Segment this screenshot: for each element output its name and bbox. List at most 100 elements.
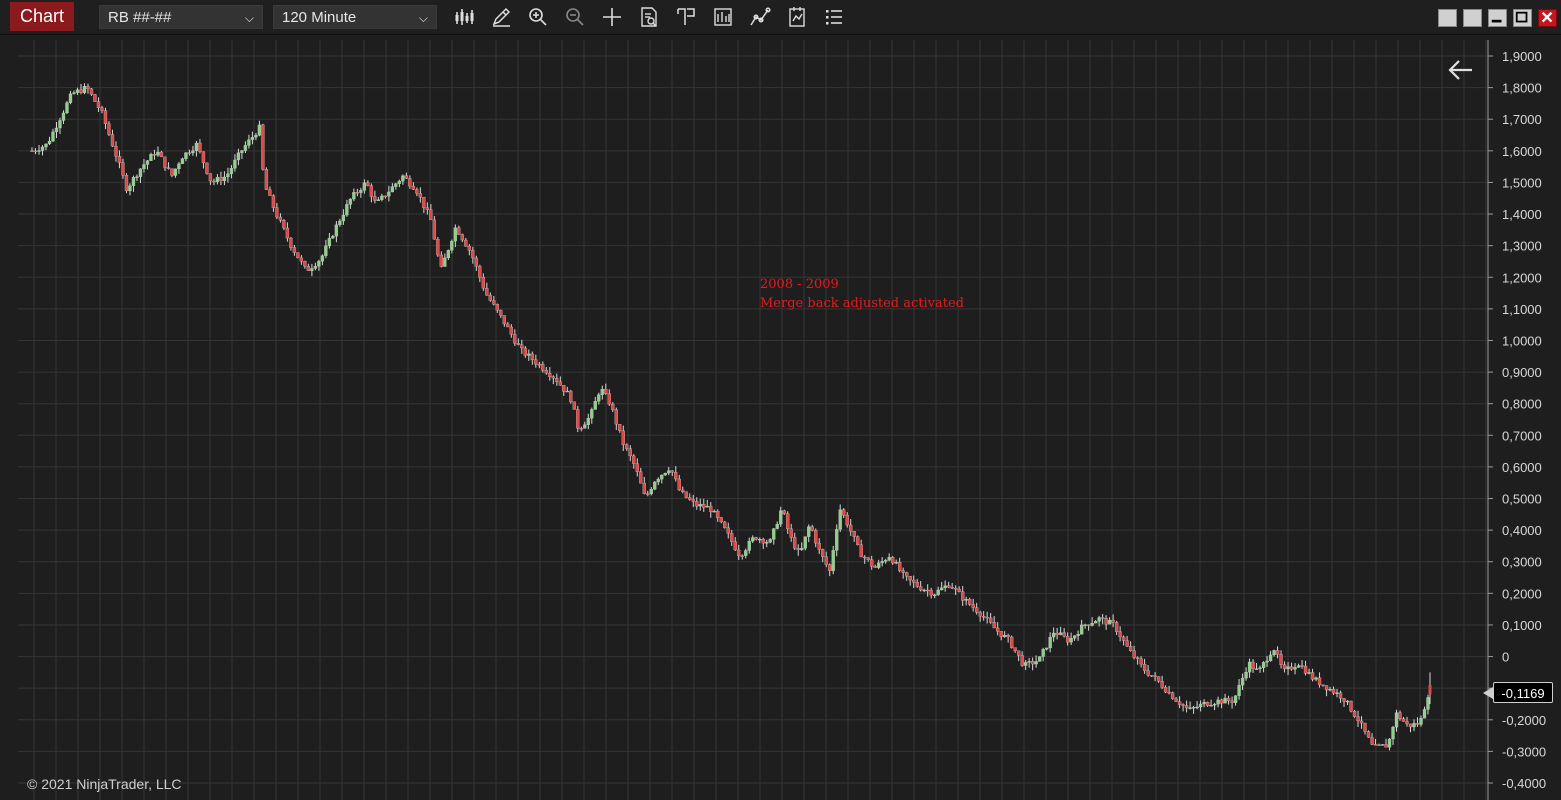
candle-body [733,541,737,551]
candle-body [488,294,492,301]
price-tick-label: 0,5000 [1502,492,1542,507]
candle-body [443,257,447,267]
candle-body [159,151,164,158]
candle-body [47,140,52,145]
candle-body [618,423,622,431]
candle-body [1223,697,1227,704]
copyright-text: © 2021 NinjaTrader, LLC [27,776,182,792]
candle-body [1233,695,1238,703]
candle-body [212,180,216,183]
candle-body [1198,703,1203,708]
candle-body [1027,661,1031,663]
candle-body [1398,712,1402,719]
candle-body [1104,618,1108,625]
candle-body [1310,672,1315,680]
candle-body [863,556,867,559]
candle-body [1219,699,1224,704]
candle-body [649,489,653,495]
candle-body [481,277,485,289]
candle-body [1394,712,1399,728]
candle-body [1254,668,1259,670]
candle-body [1370,737,1374,745]
candle-body [688,497,692,500]
candle-body [380,195,384,200]
candle-body [1191,707,1196,709]
candle-body [37,150,41,152]
candle-body [1076,634,1080,636]
candle-body [670,470,674,473]
candle-body [355,192,360,194]
candle-body [814,530,818,544]
candle-body [1289,666,1294,670]
candle-body [1216,699,1220,705]
candle-body [191,150,195,154]
candle-body [642,483,646,494]
candle-body [1146,670,1150,676]
candle-body [772,528,776,540]
candle-body [800,548,804,550]
candle-body [1065,635,1070,643]
candle-body [1097,617,1101,622]
candle-body [1296,665,1301,668]
candle-body [478,266,482,278]
candle-body [1415,723,1420,725]
candle-body [1401,718,1406,722]
candle-body [1317,677,1322,685]
candle-body [534,359,538,365]
candle-body [303,261,307,267]
candle-body [278,216,283,221]
candle-body [712,511,716,513]
candle-body [1377,744,1381,746]
candle-body [551,376,555,379]
candle-body [520,344,524,349]
candle-body [1079,624,1084,635]
candle-body [607,393,611,405]
candle-body [751,537,755,542]
candle-body [824,556,828,565]
last-price-marker: -0,1169 [1483,682,1553,703]
price-chart[interactable]: 1,9000 1,8000 1,7000 1,6000 1,5000 1,4000 1,30… [0,0,1561,800]
candle-body [1419,718,1423,725]
back-arrow-icon[interactable] [1446,57,1476,83]
candle-body [313,266,318,269]
candle-body [691,499,695,502]
candle-body [184,152,188,159]
candle-body [114,145,118,157]
candle-body [569,390,573,402]
candle-body [1240,677,1245,686]
candle-body [173,168,178,176]
candle-body [1016,650,1021,656]
candle-body [807,526,811,537]
candle-body [943,585,947,588]
candle-body [271,195,276,208]
candle-body [68,93,73,103]
candle-body [1275,650,1280,655]
candle-body [474,257,478,267]
candle-body [933,594,937,596]
candle-body [128,185,132,192]
candle-body [859,544,863,558]
candle-body [229,168,234,175]
candle-body [390,186,395,193]
candle-body [709,505,713,512]
price-tick-label: 1,8000 [1502,81,1542,96]
candle-body [1426,697,1430,710]
candle-body [194,142,199,151]
candle-body [1251,661,1255,669]
candle-body [782,510,786,514]
candle-body [527,353,531,356]
candle-body [572,401,576,410]
candle-body [187,152,192,154]
candle-body [663,472,667,476]
candle-body [852,531,856,537]
candle-body [96,101,101,108]
candle-body [964,599,968,601]
candle-body [1244,672,1248,679]
candle-body [971,604,975,608]
candle-body [166,167,171,169]
candle-body [936,589,940,595]
candle-body [992,622,996,629]
candle-body [1338,692,1343,699]
candle-body [912,579,916,583]
candle-body [919,586,923,591]
